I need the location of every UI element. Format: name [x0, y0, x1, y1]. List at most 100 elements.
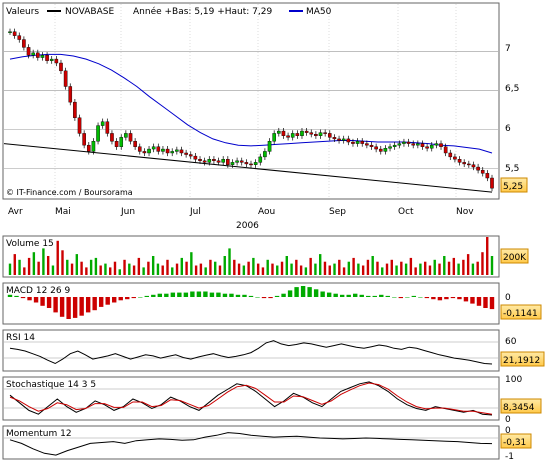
volume-bar — [447, 261, 451, 275]
y-tick-label: 6,5 — [505, 84, 519, 94]
x-tick-label: Oct — [398, 207, 414, 217]
volume-bar — [266, 259, 269, 275]
candle-body — [290, 133, 295, 138]
candle-body — [179, 149, 184, 154]
volume-bar — [214, 261, 217, 275]
x-tick-label: Nov — [456, 207, 474, 217]
candle-body — [77, 117, 82, 134]
macd-bar — [437, 297, 443, 301]
candle-body — [105, 121, 110, 134]
macd-bar — [470, 297, 475, 304]
volume-bar — [228, 248, 231, 275]
macd-bar — [261, 297, 267, 299]
volume-bar — [123, 259, 126, 275]
macd-bar — [222, 293, 228, 297]
candle-body — [12, 31, 17, 36]
volume-bar — [452, 257, 456, 275]
macd-bar — [431, 297, 436, 300]
macd-bar — [79, 297, 84, 316]
volume-bar — [276, 265, 279, 275]
volume-bar — [385, 263, 389, 275]
volume-bar — [61, 250, 64, 275]
macd-bar — [125, 297, 130, 300]
candle-body — [346, 138, 351, 143]
macd-bar — [287, 290, 293, 297]
volume-bar — [299, 265, 303, 275]
macd-bar — [170, 292, 176, 297]
volume-bar — [151, 256, 155, 275]
macd-bar — [98, 297, 104, 307]
volume-bar — [209, 259, 212, 275]
macd-bar — [209, 292, 215, 297]
volume-bar — [352, 257, 355, 275]
candle-body — [406, 141, 411, 144]
candle-body — [114, 141, 119, 147]
candle-body — [443, 146, 448, 154]
candle-body — [467, 163, 471, 166]
x-tick-label: Mai — [55, 207, 71, 217]
volume-bar — [132, 265, 136, 275]
macd-bar — [248, 295, 254, 297]
candle-body — [198, 159, 202, 161]
candle-body — [49, 58, 54, 61]
y-tick-label: 5,5 — [505, 164, 519, 174]
volume-bar — [237, 263, 241, 275]
candle-body — [40, 55, 45, 58]
macd-bar — [320, 291, 325, 297]
volume-bar — [185, 261, 188, 275]
candle-body — [175, 149, 179, 152]
candle-body — [230, 162, 235, 165]
candle-body — [161, 148, 165, 152]
candle-body — [392, 144, 397, 147]
macd-bar — [144, 295, 149, 297]
volume-bar — [118, 269, 121, 275]
candle-body — [212, 159, 216, 161]
candle-body — [267, 141, 272, 152]
candle-body — [383, 148, 388, 152]
x-tick-label: Jun — [120, 207, 135, 217]
candle-body — [36, 52, 40, 58]
volume-bar — [376, 261, 379, 275]
candle-body — [96, 125, 100, 142]
macd-bar — [20, 297, 26, 299]
macd-bar — [300, 286, 306, 297]
candle-body — [45, 55, 49, 61]
candle-body — [485, 173, 490, 179]
candle-body — [272, 133, 276, 142]
x-tick-label: Avr — [8, 207, 23, 217]
momentum-panel — [2, 425, 500, 460]
macd-bar — [40, 297, 45, 306]
macd-bar — [138, 297, 143, 298]
volume-bar — [261, 267, 265, 275]
macd-bar — [379, 294, 384, 297]
candle-body — [110, 133, 114, 142]
volume-bar — [8, 263, 12, 275]
volume-bar — [486, 237, 489, 275]
candle-body — [397, 143, 402, 146]
candle-body — [82, 133, 86, 146]
stock-chart-svg: Valeurs NOVABASE Année +Bas: 5,19 +Haut:… — [2, 2, 545, 462]
candle-body — [235, 160, 239, 163]
macd-bar — [183, 292, 189, 297]
macd-bar — [92, 297, 97, 311]
volume-bar — [366, 259, 370, 275]
volume-bar — [171, 267, 174, 275]
macd-bar — [46, 297, 52, 308]
candle-body — [170, 151, 175, 154]
x-tick-label: Aou — [258, 207, 275, 217]
candle-body — [429, 144, 434, 149]
macd-bar — [85, 297, 91, 313]
macd-bar — [281, 293, 286, 297]
y-tick-label: 60 — [505, 337, 517, 347]
volume-bar — [471, 263, 475, 275]
candle-body — [165, 148, 170, 154]
macd-bar — [463, 297, 469, 302]
candle-body — [341, 138, 346, 141]
candle-body — [156, 146, 161, 152]
volume-bar — [466, 254, 470, 275]
ticker-label: NOVABASE — [65, 7, 114, 17]
volume-bar — [13, 254, 16, 275]
candle-body — [332, 137, 337, 140]
volume-bar — [338, 259, 341, 275]
volume-bar — [37, 261, 40, 275]
